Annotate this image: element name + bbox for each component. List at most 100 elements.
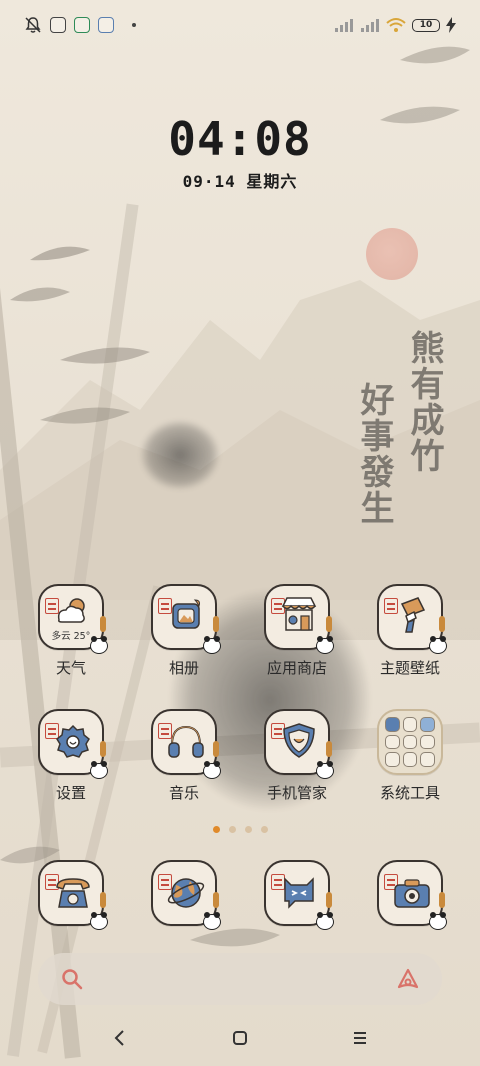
sun-circle bbox=[366, 228, 418, 280]
mini-panda-icon bbox=[90, 761, 108, 779]
signal-2-icon bbox=[361, 19, 379, 32]
app-label: 音乐 bbox=[168, 784, 199, 802]
folder-app-icon bbox=[420, 734, 435, 750]
folder-app-icon bbox=[420, 752, 435, 767]
assistant-icon[interactable] bbox=[396, 967, 420, 991]
mini-panda-icon bbox=[316, 636, 334, 654]
theme-brush-icon bbox=[400, 597, 426, 633]
wechat-notif-icon bbox=[74, 17, 90, 33]
back-icon bbox=[114, 1030, 124, 1046]
settings-app-icon[interactable] bbox=[38, 709, 108, 779]
app-label: 应用商店 bbox=[266, 659, 327, 677]
app-gallery[interactable]: 相册 bbox=[128, 584, 240, 678]
home-button[interactable] bbox=[220, 1018, 260, 1058]
weather-app-icon[interactable]: 多云 25° bbox=[38, 584, 108, 654]
bamboo-tag-icon bbox=[100, 741, 106, 757]
security-app-icon[interactable] bbox=[264, 709, 334, 779]
app-theme[interactable]: 主题壁纸 bbox=[354, 584, 466, 678]
folder-app-icon bbox=[385, 734, 400, 750]
gallery-app-icon[interactable] bbox=[151, 584, 221, 654]
app-settings[interactable]: 设置 bbox=[15, 709, 127, 803]
bamboo-tag-icon bbox=[326, 616, 332, 632]
bamboo-tag-icon bbox=[439, 616, 445, 632]
browser-app-icon[interactable] bbox=[151, 860, 221, 930]
bell-off-icon bbox=[25, 17, 41, 33]
app-store-app-icon[interactable] bbox=[264, 584, 334, 654]
phone-app-icon[interactable] bbox=[38, 860, 108, 930]
gallery-notif-icon bbox=[50, 17, 66, 33]
folder-app-icon bbox=[402, 752, 418, 767]
app-music[interactable]: 音乐 bbox=[128, 709, 240, 803]
search-icon[interactable] bbox=[60, 967, 84, 991]
headphones-icon bbox=[168, 725, 204, 758]
messages-icon bbox=[284, 877, 314, 909]
dock-camera[interactable] bbox=[354, 860, 466, 930]
bamboo-tag-icon bbox=[213, 741, 219, 757]
page-dot-active[interactable] bbox=[212, 826, 220, 833]
signal-1-icon bbox=[335, 19, 353, 32]
app-store[interactable]: 应用商店 bbox=[241, 584, 353, 678]
clock-widget[interactable]: 04:08 09·14 星期六 bbox=[0, 112, 480, 192]
weather-icon bbox=[57, 598, 85, 623]
battery-icon: 10 bbox=[412, 18, 440, 32]
home-icon bbox=[233, 1031, 247, 1045]
settings-gear-icon bbox=[56, 724, 90, 758]
bamboo-tag-icon bbox=[213, 616, 219, 632]
bamboo-tag-icon bbox=[326, 892, 332, 908]
shield-icon bbox=[283, 723, 315, 758]
camera-icon bbox=[394, 879, 430, 908]
app-system-tools[interactable]: 系统工具 bbox=[354, 709, 466, 803]
clock-date: 09·14 星期六 bbox=[182, 172, 298, 191]
mini-panda-icon bbox=[203, 761, 221, 779]
folder-icon[interactable] bbox=[377, 709, 443, 775]
dock-phone[interactable] bbox=[15, 860, 127, 930]
mini-panda-icon bbox=[90, 636, 108, 654]
menu-icon bbox=[354, 1032, 366, 1044]
music-app-icon[interactable] bbox=[151, 709, 221, 779]
mini-panda-icon bbox=[203, 912, 221, 930]
dock-messages[interactable] bbox=[241, 860, 353, 930]
back-button[interactable] bbox=[100, 1018, 140, 1058]
theme-app-icon[interactable] bbox=[377, 584, 447, 654]
folder-app-icon bbox=[385, 752, 400, 767]
app-label: 手机管家 bbox=[266, 784, 327, 802]
charging-icon bbox=[446, 17, 456, 33]
search-bar[interactable] bbox=[38, 953, 442, 1005]
page-dot[interactable] bbox=[228, 826, 236, 833]
bamboo-tag-icon bbox=[100, 616, 106, 632]
clock-time: 04:08 bbox=[168, 112, 312, 166]
page-indicator[interactable] bbox=[0, 826, 480, 833]
app-notif-icon bbox=[98, 17, 114, 33]
recents-button[interactable] bbox=[340, 1018, 380, 1058]
app-label: 系统工具 bbox=[379, 784, 440, 802]
app-weather[interactable]: 多云 25° 天气 bbox=[15, 584, 127, 678]
bamboo-tag-icon bbox=[100, 892, 106, 908]
messages-app-icon[interactable] bbox=[264, 860, 334, 930]
mini-panda-icon bbox=[316, 912, 334, 930]
browser-globe-icon bbox=[167, 878, 205, 908]
calligraphy-left: 好事發生 bbox=[354, 382, 394, 526]
wifi-icon bbox=[386, 18, 406, 32]
mini-panda-icon bbox=[429, 912, 447, 930]
folder-app-icon bbox=[402, 717, 418, 732]
app-label: 相册 bbox=[168, 659, 199, 677]
mini-panda-icon bbox=[203, 636, 221, 654]
calligraphy-right: 熊有成竹 bbox=[404, 330, 444, 474]
app-label: 主题壁纸 bbox=[379, 659, 440, 677]
phone-icon bbox=[56, 878, 90, 908]
page-dot[interactable] bbox=[244, 826, 252, 833]
page-dot[interactable] bbox=[260, 826, 268, 833]
bamboo-tag-icon bbox=[439, 892, 445, 908]
app-security[interactable]: 手机管家 bbox=[241, 709, 353, 803]
panda-ear-shadow bbox=[140, 420, 220, 490]
camera-app-icon[interactable] bbox=[377, 860, 447, 930]
navigation-bar bbox=[0, 1010, 480, 1066]
mini-panda-icon bbox=[316, 761, 334, 779]
status-bar: 10 bbox=[0, 0, 480, 50]
gallery-icon bbox=[172, 599, 200, 629]
app-label: 设置 bbox=[55, 784, 86, 802]
bamboo-tag-icon bbox=[213, 892, 219, 908]
folder-app-icon bbox=[420, 717, 435, 732]
app-label: 天气 bbox=[55, 659, 86, 677]
dock-browser[interactable] bbox=[128, 860, 240, 930]
